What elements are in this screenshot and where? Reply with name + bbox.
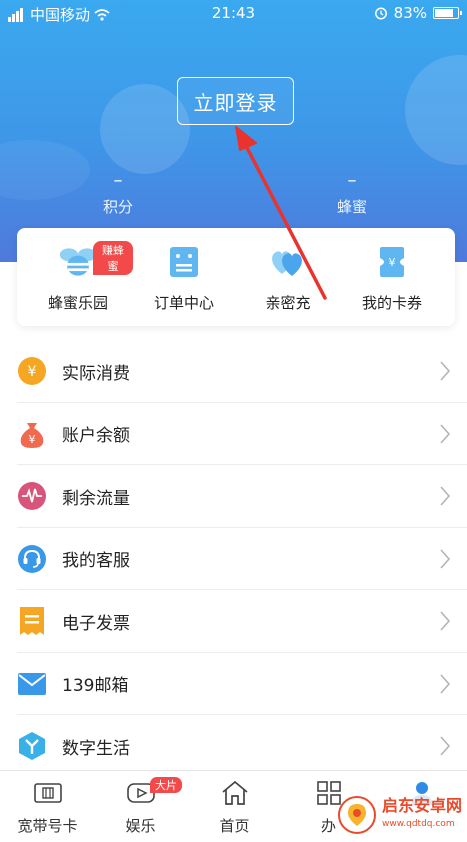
menu-item-label: 剩余流量 bbox=[62, 488, 130, 509]
menu-item-e-invoice[interactable]: 电子发票 bbox=[0, 590, 467, 653]
menu-item-label: 账户余额 bbox=[62, 426, 130, 447]
menu-item-139-mail[interactable]: 139邮箱 bbox=[0, 653, 467, 716]
sim-card-icon bbox=[1, 777, 94, 809]
earn-honey-badge: 赚蜂蜜 bbox=[93, 241, 133, 275]
chevron-right-icon bbox=[440, 736, 451, 756]
yen-coin-icon: ¥ bbox=[17, 356, 47, 386]
honey-value: – bbox=[347, 170, 357, 191]
chevron-right-icon bbox=[440, 674, 451, 694]
movie-badge: 大片 bbox=[150, 777, 182, 793]
site-watermark: 启东安卓网 www.qdtdq.com bbox=[338, 792, 464, 838]
battery-percent: 83% bbox=[393, 4, 427, 22]
svg-text:¥: ¥ bbox=[29, 433, 36, 446]
quick-item-family-recharge[interactable]: 亲密充 bbox=[233, 242, 343, 313]
quick-actions-card: 赚蜂蜜 蜂蜜乐园 订单中心 亲密充 ¥ 我的卡券 bbox=[17, 228, 455, 326]
svg-text:¥: ¥ bbox=[28, 364, 37, 380]
battery-icon bbox=[433, 7, 462, 19]
decor-bubble bbox=[405, 55, 467, 165]
menu-item-label: 139邮箱 bbox=[62, 676, 129, 697]
menu-item-label: 电子发票 bbox=[62, 613, 130, 634]
menu-list: ¥ 实际消费 ¥ 账户余额 剩余流量 我的客服 电子发票 139邮箱 数字生活 bbox=[0, 340, 467, 778]
watermark-name: 启东安卓网 bbox=[382, 796, 463, 815]
order-icon bbox=[164, 242, 204, 282]
mail-icon bbox=[17, 669, 47, 699]
chevron-right-icon bbox=[440, 486, 451, 506]
login-button[interactable]: 立即登录 bbox=[177, 77, 294, 125]
chevron-right-icon bbox=[440, 549, 451, 569]
tab-label: 娱乐 bbox=[125, 817, 156, 835]
status-bar: 中国移动 21:43 83% bbox=[0, 0, 467, 26]
points-stat[interactable]: – 积分 bbox=[58, 170, 178, 217]
quick-item-label: 蜂蜜乐园 bbox=[47, 294, 108, 312]
menu-item-label: 实际消费 bbox=[62, 363, 130, 384]
quick-item-order-center[interactable]: 订单中心 bbox=[129, 242, 239, 313]
tab-broadband-sim[interactable]: 宽带号卡 bbox=[1, 777, 94, 836]
menu-item-customer-service[interactable]: 我的客服 bbox=[0, 528, 467, 591]
tab-home[interactable]: 首页 bbox=[188, 777, 281, 836]
tab-label: 宽带号卡 bbox=[17, 817, 78, 835]
coupon-icon: ¥ bbox=[372, 242, 412, 282]
bee-icon bbox=[58, 242, 98, 282]
quick-item-my-coupons[interactable]: ¥ 我的卡券 bbox=[337, 242, 447, 313]
pulse-icon bbox=[17, 481, 47, 511]
svg-text:¥: ¥ bbox=[389, 256, 396, 269]
chevron-right-icon bbox=[440, 611, 451, 631]
menu-item-label: 数字生活 bbox=[62, 738, 130, 759]
quick-item-label: 我的卡券 bbox=[361, 294, 422, 312]
invoice-icon bbox=[17, 606, 47, 636]
honey-label: 蜂蜜 bbox=[336, 198, 367, 216]
cube-icon bbox=[17, 731, 47, 761]
headset-icon bbox=[17, 544, 47, 574]
points-label: 积分 bbox=[102, 198, 133, 216]
watermark-url: www.qdtdq.com bbox=[382, 819, 455, 829]
alarm-icon bbox=[374, 7, 387, 20]
quick-item-label: 订单中心 bbox=[153, 294, 214, 312]
points-value: – bbox=[113, 170, 123, 191]
tab-label: 首页 bbox=[219, 817, 250, 835]
menu-item-digital-life[interactable]: 数字生活 bbox=[0, 715, 467, 778]
quick-item-bee-park[interactable]: 赚蜂蜜 蜂蜜乐园 bbox=[23, 241, 133, 313]
home-icon bbox=[188, 777, 281, 809]
quick-item-label: 亲密充 bbox=[265, 294, 311, 312]
watermark-logo-icon bbox=[338, 796, 376, 834]
honey-stat[interactable]: – 蜂蜜 bbox=[292, 170, 412, 217]
menu-item-remaining-data[interactable]: 剩余流量 bbox=[0, 465, 467, 528]
menu-item-label: 我的客服 bbox=[62, 551, 130, 572]
tab-entertainment[interactable]: 大片 娱乐 bbox=[94, 777, 187, 836]
chevron-right-icon bbox=[440, 424, 451, 444]
header-banner: 中国移动 21:43 83% 立即登录 – 积分 – 蜂蜜 bbox=[0, 0, 467, 262]
menu-item-account-balance[interactable]: ¥ 账户余额 bbox=[0, 403, 467, 466]
menu-item-actual-spending[interactable]: ¥ 实际消费 bbox=[0, 340, 467, 403]
money-bag-icon: ¥ bbox=[17, 419, 47, 449]
chevron-right-icon bbox=[440, 361, 451, 381]
hearts-icon bbox=[268, 242, 308, 282]
